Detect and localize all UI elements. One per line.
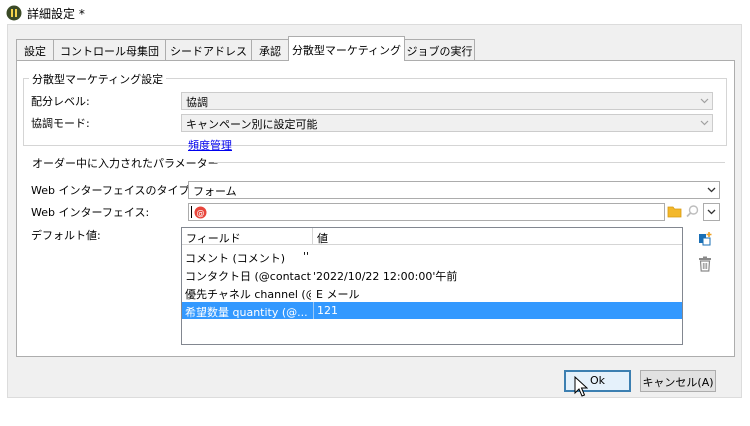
grid-cell-value: E メール (316, 288, 360, 301)
title-bar: 詳細設定 * (0, 0, 750, 26)
tab-control-group[interactable]: コントロール母集団 (53, 39, 166, 60)
grid-header-field[interactable]: フィールド (182, 228, 313, 245)
tab-distributed-marketing[interactable]: 分散型マーケティング (288, 36, 405, 61)
coordination-mode-value: キャンペーン別に設定可能 (186, 118, 318, 131)
mouse-cursor-icon (574, 376, 588, 397)
grid-cell-value: '2022/10/22 12:00:00'午前 (313, 270, 458, 283)
distribution-level-value: 協調 (186, 96, 208, 109)
web-interface-label: Web インターフェイス: (31, 206, 150, 219)
grid-row-selected[interactable]: 希望数量 quantity (@... 121 (182, 302, 682, 319)
web-app-icon: @ (194, 206, 207, 219)
distribution-level-label: 配分レベル: (31, 95, 90, 108)
chevron-down-icon (697, 93, 712, 109)
web-interface-type-value: フォーム (193, 185, 237, 198)
web-interface-input[interactable]: @ (188, 203, 665, 221)
grid-row[interactable]: 優先チャネル channel (@cha... E メール (182, 284, 682, 301)
search-icon[interactable] (685, 204, 700, 219)
svg-text:@: @ (197, 209, 205, 218)
tab-settings[interactable]: 設定 (16, 39, 54, 60)
column-divider (313, 302, 314, 319)
grid-cell-field: 優先チャネル channel (@cha... (185, 288, 311, 301)
coordination-mode-label: 協調モード: (31, 117, 90, 130)
section-divider (214, 162, 725, 163)
add-icon[interactable] (697, 231, 713, 247)
web-interface-dropdown-button[interactable] (703, 203, 720, 221)
grid-cell-field: コメント (コメント) (185, 252, 286, 265)
web-interface-type-label: Web インターフェイスのタイプ: (31, 184, 194, 197)
tab-job-execution[interactable]: ジョブの実行 (404, 39, 475, 60)
text-cursor (191, 206, 192, 218)
grid-cell-field: 希望数量 quantity (@... (185, 306, 308, 319)
trash-icon[interactable] (698, 256, 712, 272)
tab-seed-addresses[interactable]: シードアドレス (165, 39, 252, 60)
default-values-grid[interactable]: フィールド 値 コメント (コメント) '' コンタクト日 (@contact.… (181, 227, 683, 345)
distribution-level-select[interactable]: 協調 (181, 92, 713, 110)
chevron-down-icon (697, 115, 712, 131)
grid-row[interactable]: コンタクト日 (@contact... '2022/10/22 12:00:00… (182, 266, 682, 283)
default-values-label: デフォルト値: (31, 229, 101, 242)
dialog-body: 設定 コントロール母集団 シードアドレス 承認 分散型マーケティング ジョブの実… (7, 24, 742, 398)
web-interface-type-select[interactable]: フォーム (188, 181, 720, 199)
chevron-down-icon (704, 204, 719, 220)
grid-cell-field: コンタクト日 (@contact... (185, 270, 311, 283)
frequency-management-link[interactable]: 頻度管理 (188, 137, 232, 153)
app-icon (6, 5, 22, 21)
settings-group (23, 78, 727, 146)
params-group-title: オーダー中に入力されたパラメーター (29, 155, 222, 171)
coordination-mode-select[interactable]: キャンペーン別に設定可能 (181, 114, 713, 132)
folder-icon[interactable] (667, 204, 682, 219)
settings-group-title: 分散型マーケティング設定 (29, 71, 167, 87)
chevron-down-icon (704, 182, 719, 198)
grid-cell-value: '' (303, 250, 310, 263)
cancel-button[interactable]: キャンセル(A) (640, 370, 716, 392)
grid-cell-value: 121 (317, 304, 338, 317)
grid-row[interactable]: コメント (コメント) '' (182, 248, 682, 265)
tab-approval[interactable]: 承認 (251, 39, 289, 60)
grid-header-value[interactable]: 値 (313, 228, 682, 245)
window-title: 詳細設定 * (27, 7, 85, 21)
